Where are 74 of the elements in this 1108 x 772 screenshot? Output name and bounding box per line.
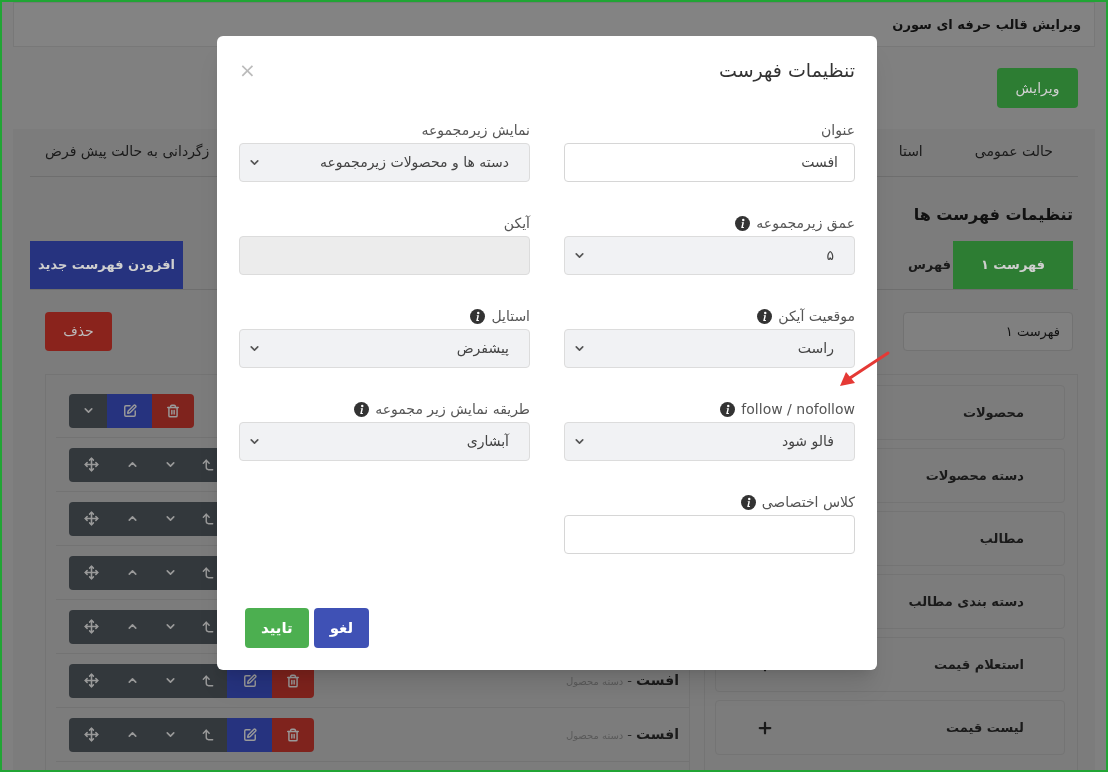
corner-up-arrow-icon <box>201 673 215 688</box>
expand-button[interactable] <box>69 393 107 428</box>
edit-icon <box>122 403 137 418</box>
menu-tab[interactable]: فهرست ۱ <box>953 241 1073 289</box>
move-icon <box>83 619 99 634</box>
section-heading: تنظیمات فهرست ها <box>913 204 1073 226</box>
row-title: افست <box>635 671 679 690</box>
move-icon <box>83 511 99 526</box>
move-button[interactable] <box>69 717 113 752</box>
move-button[interactable] <box>69 501 113 536</box>
settings-tab[interactable]: حالت عمومی <box>974 141 1053 162</box>
add-menu-button[interactable]: افزودن فهرست جدید <box>30 241 183 289</box>
reset-link[interactable]: زگردانی به حالت پیش فرض <box>45 141 210 162</box>
menu-name-field[interactable]: فهرست ۱ <box>903 312 1073 351</box>
info-icon <box>757 309 773 324</box>
move-button[interactable] <box>69 447 113 482</box>
trash-icon <box>286 727 300 742</box>
edit-template-button[interactable]: ویرایش <box>997 68 1078 108</box>
select-field[interactable]: فالو شود <box>564 421 855 461</box>
trash-icon <box>166 403 180 418</box>
item-type-label: دسته محصولات <box>925 466 1024 485</box>
row-title: افست <box>635 725 679 744</box>
text-field[interactable]: افست <box>564 142 855 182</box>
info-icon <box>735 216 751 231</box>
move-button[interactable] <box>69 555 113 590</box>
select-field[interactable]: آبشاری <box>239 421 530 461</box>
item-type-label: محصولات <box>962 403 1024 422</box>
delete-menu-button[interactable]: حذف <box>45 312 112 351</box>
move-icon <box>83 673 99 688</box>
text-field[interactable] <box>564 514 855 554</box>
corner-up-arrow-icon <box>201 457 215 472</box>
field-label: استایل <box>491 307 530 326</box>
field-label: موقعیت آیکن <box>778 307 855 327</box>
edit-icon <box>242 673 257 688</box>
confirm-button[interactable]: تایید <box>245 608 309 648</box>
field-label: عمق زیرمجموعه <box>756 214 855 234</box>
item-type-label: لیست قیمت <box>946 718 1024 737</box>
annotation-arrow <box>838 350 890 388</box>
page-title: ویرایش قالب حرفه ای سورن <box>892 15 1081 34</box>
trash-icon <box>286 673 300 688</box>
outdent-button[interactable] <box>189 663 227 698</box>
move-icon <box>83 457 99 472</box>
move-button[interactable] <box>69 609 113 644</box>
field-label: follow / nofollow <box>741 400 855 419</box>
corner-up-arrow-icon <box>201 727 215 742</box>
edit-icon <box>242 727 257 742</box>
select-field[interactable]: دسته ها و محصولات زیرمجموعه <box>239 142 530 182</box>
info-icon <box>470 309 486 324</box>
item-type-label: مطالب <box>979 529 1024 548</box>
corner-up-arrow-icon <box>201 619 215 634</box>
modal-title: تنظیمات فهرست <box>719 58 855 84</box>
corner-up-arrow-icon <box>201 565 215 580</box>
field-label: عنوان <box>821 121 855 141</box>
settings-tab[interactable]: استا <box>898 141 923 162</box>
select-field[interactable]: پیشفرض <box>239 328 530 368</box>
field-label: نمایش زیرمجموعه <box>421 121 530 141</box>
move-icon <box>83 727 99 742</box>
move-button[interactable] <box>69 663 113 698</box>
cancel-button[interactable]: لغو <box>313 608 370 648</box>
info-icon <box>354 402 370 417</box>
info-icon <box>720 402 736 417</box>
field-label: طریقه نمایش زیر مجموعه <box>375 400 530 420</box>
field-label: آیکن <box>503 214 530 234</box>
item-type-card[interactable]: لیست قیمت <box>715 700 1065 755</box>
corner-up-arrow-icon <box>201 511 215 526</box>
item-type-label: استعلام قیمت <box>933 655 1024 675</box>
row-separator: - <box>627 672 632 690</box>
move-icon <box>83 565 99 580</box>
select-field[interactable]: ۵ <box>564 235 855 275</box>
row-separator: - <box>627 726 632 744</box>
info-icon <box>740 495 756 510</box>
item-type-label: دسته بندی مطالب <box>908 592 1024 611</box>
menu-tab[interactable]: فهرس <box>905 241 953 289</box>
select-field[interactable]: راست <box>564 328 855 368</box>
